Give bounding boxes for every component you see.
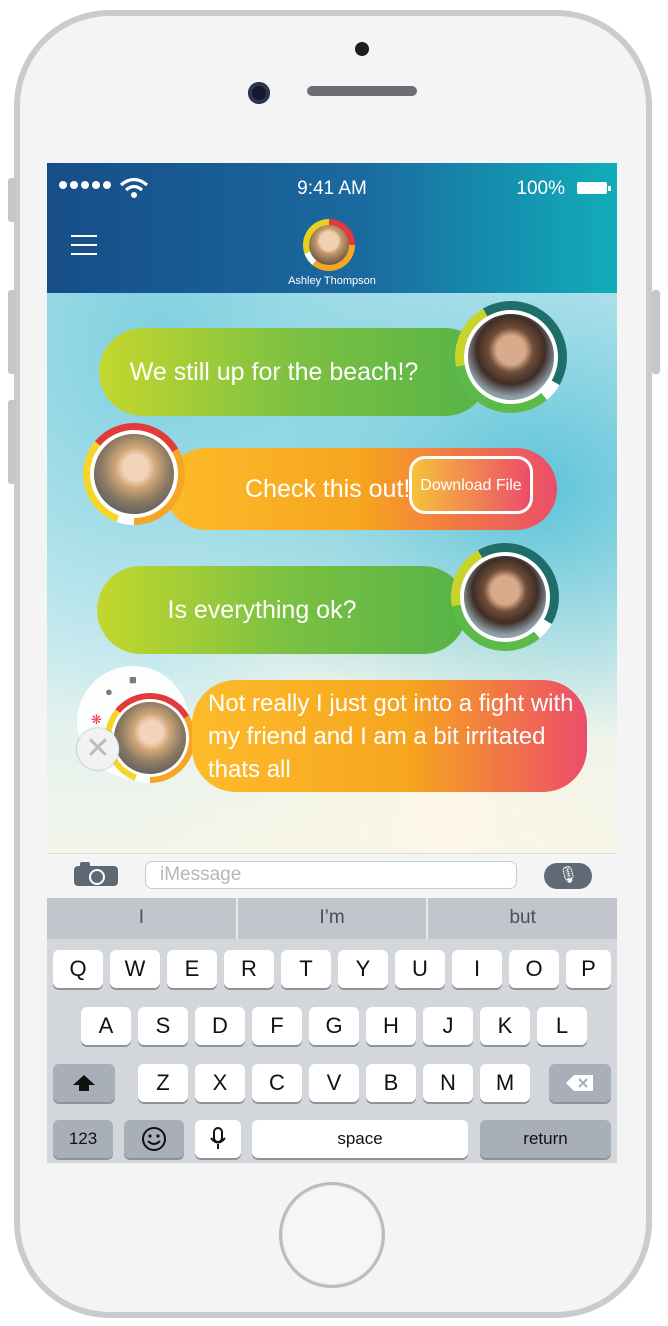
return-key[interactable]: return (480, 1120, 611, 1158)
suggestion-item[interactable]: I’m (238, 898, 429, 939)
sender-avatar[interactable] (451, 543, 559, 651)
key-i[interactable]: I (452, 950, 502, 988)
message-input[interactable]: iMessage (145, 861, 517, 889)
earpiece-speaker (307, 86, 417, 96)
key-c[interactable]: C (252, 1064, 302, 1102)
download-file-button[interactable]: Download File (409, 456, 533, 514)
key-e[interactable]: E (167, 950, 217, 988)
key-x[interactable]: X (195, 1064, 245, 1102)
message-text: Is everything ok? (167, 595, 357, 624)
key-z[interactable]: Z (138, 1064, 188, 1102)
power-button (652, 290, 660, 374)
keyboard: I I’m but Q W E R T Y U I O P A S D F G … (47, 898, 617, 1163)
battery-percent: 100% (516, 178, 565, 199)
message-thread: We still up for the beach!? Check this o… (47, 293, 617, 853)
key-k[interactable]: K (480, 1007, 530, 1045)
key-t[interactable]: T (281, 950, 331, 988)
key-v[interactable]: V (309, 1064, 359, 1102)
delete-key[interactable] (549, 1064, 611, 1102)
header-bar: 9:41 AM 100% Ashley Thompson (47, 163, 617, 293)
home-button[interactable] (282, 1185, 382, 1285)
microphone-icon[interactable]: 🎙 (544, 863, 592, 889)
message-text: Check this out!! (245, 474, 418, 503)
sender-avatar[interactable] (455, 301, 567, 413)
key-f[interactable]: F (252, 1007, 302, 1045)
lifebuoy-icon[interactable]: ❋ (91, 712, 102, 728)
key-g[interactable]: G (309, 1007, 359, 1045)
volume-up-button (8, 290, 16, 374)
microphone-icon (210, 1127, 226, 1149)
message-bubble[interactable]: We still up for the beach!? (99, 328, 489, 416)
screen: 9:41 AM 100% Ashley Thompson We still up… (47, 163, 617, 1163)
key-b[interactable]: B (366, 1064, 416, 1102)
close-reactions-button[interactable]: ✕ (77, 728, 119, 770)
key-y[interactable]: Y (338, 950, 388, 988)
key-s[interactable]: S (138, 1007, 188, 1045)
contact-avatar[interactable] (303, 219, 355, 271)
camera-icon[interactable] (74, 862, 118, 886)
message-bubble[interactable]: Is everything ok? (97, 566, 467, 654)
key-u[interactable]: U (395, 950, 445, 988)
shift-icon (73, 1075, 95, 1091)
dictation-key[interactable] (195, 1120, 241, 1158)
numbers-key[interactable]: 123 (53, 1120, 113, 1158)
volume-down-button (8, 400, 16, 484)
key-n[interactable]: N (423, 1064, 473, 1102)
suggestion-item[interactable]: but (428, 898, 617, 939)
space-key[interactable]: space (252, 1120, 468, 1158)
emoji-key[interactable] (124, 1120, 184, 1158)
key-j[interactable]: J (423, 1007, 473, 1045)
shift-key[interactable] (53, 1064, 115, 1102)
emoji-icon (142, 1127, 166, 1151)
key-a[interactable]: A (81, 1007, 131, 1045)
proximity-sensor (355, 42, 369, 56)
message-text: Not really I just got into a fight with … (208, 689, 574, 783)
suggestion-item[interactable]: I (47, 898, 238, 939)
battery-icon (577, 182, 611, 194)
front-camera (248, 82, 270, 104)
suggestion-bar: I I’m but (47, 898, 617, 939)
key-h[interactable]: H (366, 1007, 416, 1045)
message-bubble[interactable]: Not really I just got into a fight with … (192, 680, 587, 792)
composer-bar: iMessage 🎙 (47, 853, 617, 899)
key-p[interactable]: P (566, 950, 611, 988)
backspace-icon (566, 1075, 593, 1091)
key-w[interactable]: W (110, 950, 160, 988)
key-d[interactable]: D (195, 1007, 245, 1045)
key-r[interactable]: R (224, 950, 274, 988)
mute-switch (8, 178, 16, 222)
user-avatar[interactable] (105, 693, 195, 783)
key-o[interactable]: O (509, 950, 559, 988)
drop-icon[interactable]: ● (105, 684, 113, 699)
contact-name: Ashley Thompson (288, 275, 376, 287)
key-l[interactable]: L (537, 1007, 587, 1045)
message-text: We still up for the beach!? (129, 357, 419, 386)
sticker-icon[interactable]: ■ (129, 672, 137, 687)
key-m[interactable]: M (480, 1064, 530, 1102)
user-avatar[interactable] (83, 423, 185, 525)
menu-icon[interactable] (71, 235, 97, 262)
key-q[interactable]: Q (53, 950, 103, 988)
